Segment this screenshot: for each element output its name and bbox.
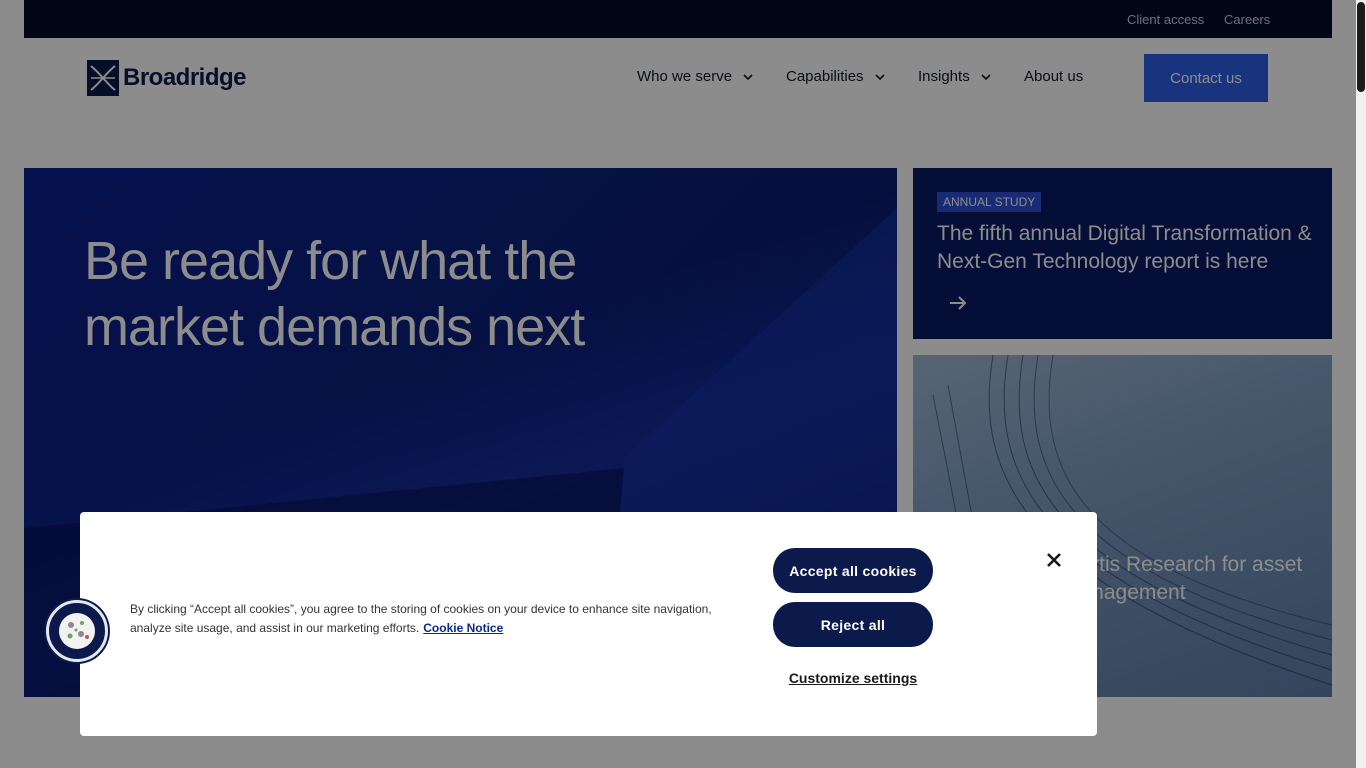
cookie-banner: By clicking “Accept all cookies”, you ag…	[80, 512, 1097, 736]
cookie-settings-button[interactable]	[46, 600, 108, 662]
close-icon[interactable]	[1044, 550, 1064, 570]
scrollbar-thumb[interactable]	[1357, 2, 1365, 92]
reject-all-button[interactable]: Reject all	[773, 602, 933, 647]
scrollbar[interactable]	[1356, 0, 1366, 768]
cookie-banner-text: By clicking “Accept all cookies”, you ag…	[130, 600, 730, 638]
cookie-icon	[59, 613, 95, 649]
accept-all-cookies-button[interactable]: Accept all cookies	[773, 548, 933, 593]
cookie-banner-body: By clicking “Accept all cookies”, you ag…	[130, 602, 712, 635]
cookie-notice-link[interactable]: Cookie Notice	[423, 621, 503, 635]
customize-settings-button[interactable]: Customize settings	[773, 668, 933, 688]
